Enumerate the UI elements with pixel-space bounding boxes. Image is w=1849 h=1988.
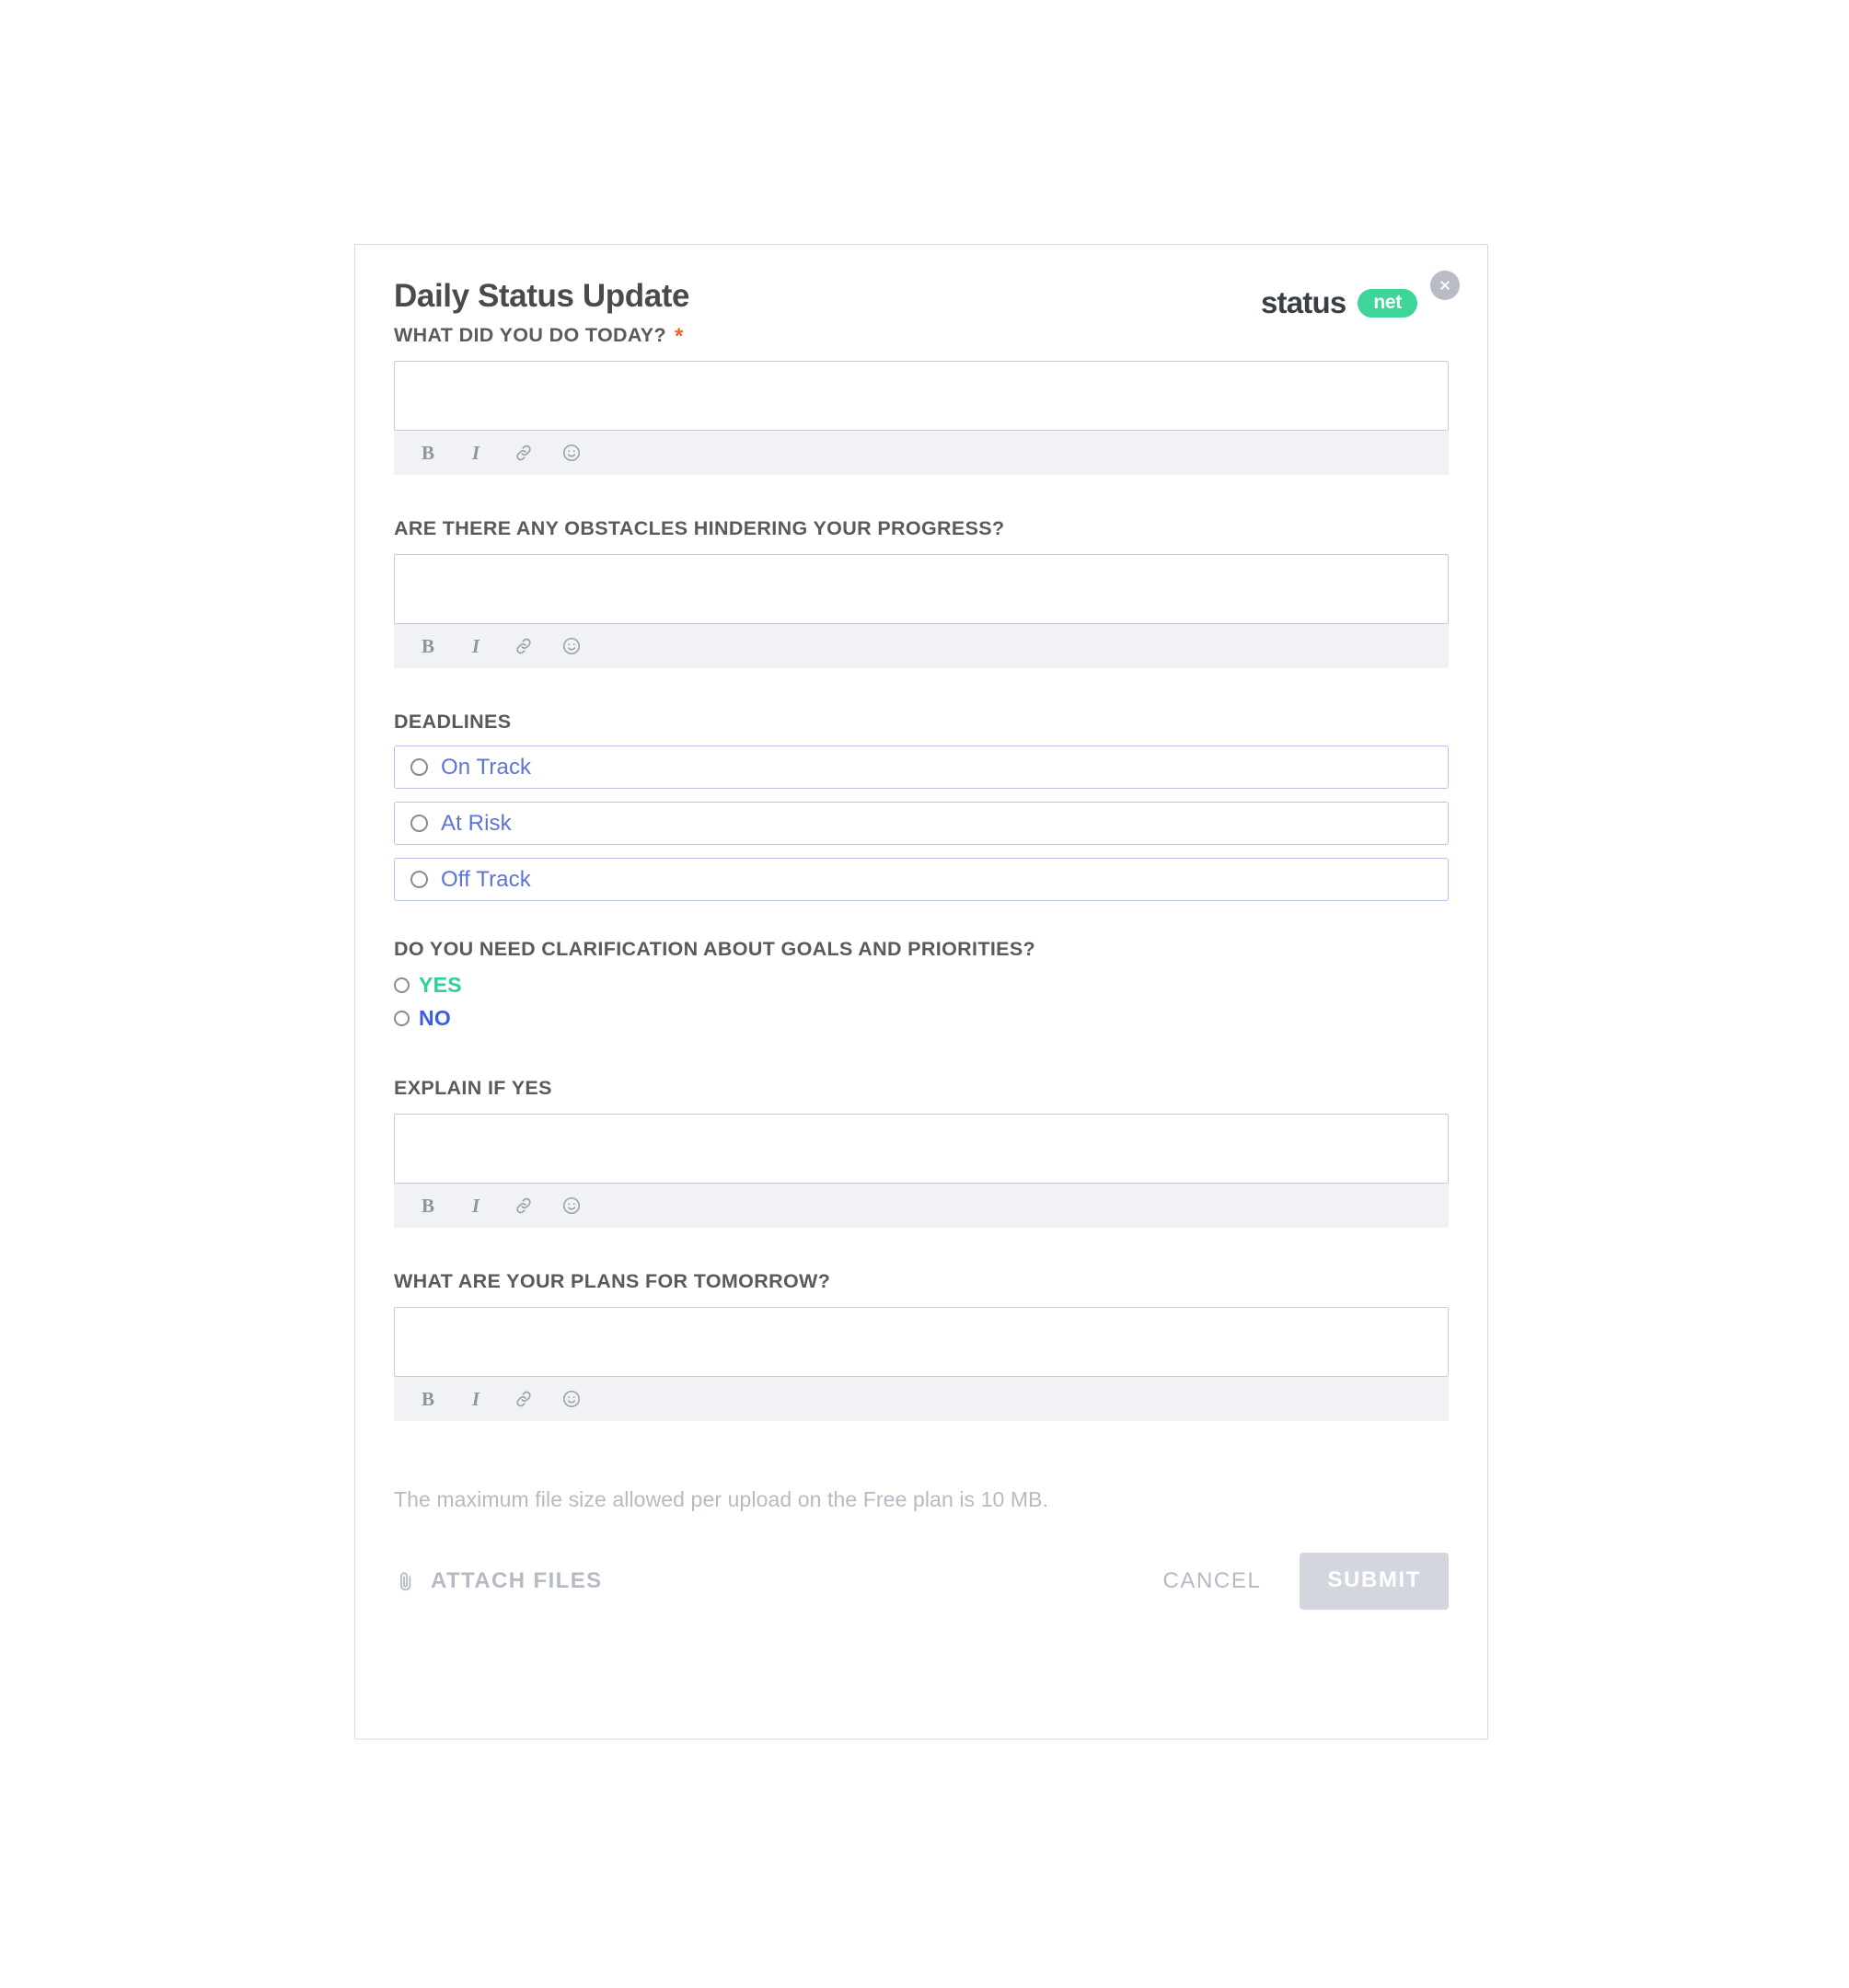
emoji-icon[interactable] xyxy=(560,1387,584,1411)
modal-header: Daily Status Update status net xyxy=(394,271,1460,329)
section-explain: EXPLAIN IF YES B I xyxy=(394,1077,1449,1228)
close-icon[interactable] xyxy=(1430,271,1460,300)
link-icon[interactable] xyxy=(512,1387,536,1411)
radio-option-at-risk[interactable]: At Risk xyxy=(394,802,1449,845)
brand-wordmark: status xyxy=(1260,285,1346,319)
link-icon[interactable] xyxy=(512,1194,536,1218)
bold-icon[interactable]: B xyxy=(416,634,440,658)
radio-option-label: At Risk xyxy=(441,810,512,836)
radio-option-label: NO xyxy=(419,1005,452,1030)
italic-icon[interactable]: I xyxy=(464,1194,488,1218)
label-explain-if-yes: EXPLAIN IF YES xyxy=(394,1077,552,1099)
radio-circle-icon xyxy=(410,758,428,776)
italic-icon[interactable]: I xyxy=(464,634,488,658)
textarea-what-did-you-do-today[interactable] xyxy=(394,361,1449,431)
editor-obstacles: B I xyxy=(394,554,1449,668)
modal-body: Daily Status Update status net WHAT DID … xyxy=(355,245,1487,1739)
section-obstacles: ARE THERE ANY OBSTACLES HINDERING YOUR P… xyxy=(394,517,1449,668)
brand-pill-net: net xyxy=(1358,288,1417,318)
section-clarification: DO YOU NEED CLARIFICATION ABOUT GOALS AN… xyxy=(394,938,1449,1034)
brand-logo: status net xyxy=(1261,285,1417,320)
emoji-icon[interactable] xyxy=(560,634,584,658)
submit-button[interactable]: SUBMIT xyxy=(1300,1553,1449,1610)
file-size-note: The maximum file size allowed per upload… xyxy=(394,1487,1049,1511)
cancel-button[interactable]: CANCEL xyxy=(1157,1568,1266,1594)
radio-circle-icon xyxy=(410,871,428,888)
bold-icon[interactable]: B xyxy=(416,441,440,465)
radio-option-label: YES xyxy=(419,972,462,997)
paperclip-icon xyxy=(394,1569,418,1593)
radio-option-label: Off Track xyxy=(441,866,531,892)
clarification-radio-group: YES NO xyxy=(394,968,1449,1034)
label-deadlines: DEADLINES xyxy=(394,711,512,733)
emoji-icon[interactable] xyxy=(560,1194,584,1218)
radio-circle-icon xyxy=(394,977,410,993)
editor-what-did-you-do-today: B I xyxy=(394,361,1449,475)
page-title: Daily Status Update xyxy=(394,278,690,314)
link-icon[interactable] xyxy=(512,634,536,658)
bold-icon[interactable]: B xyxy=(416,1387,440,1411)
editor-toolbar: B I xyxy=(394,1377,1449,1421)
radio-circle-icon xyxy=(410,815,428,832)
bold-icon[interactable]: B xyxy=(416,1194,440,1218)
editor-toolbar: B I xyxy=(394,624,1449,668)
section-tomorrow: WHAT ARE YOUR PLANS FOR TOMORROW? B I xyxy=(394,1270,1449,1421)
emoji-icon[interactable] xyxy=(560,441,584,465)
label-plans-for-tomorrow: WHAT ARE YOUR PLANS FOR TOMORROW? xyxy=(394,1270,831,1292)
deadlines-radio-group: On Track At Risk Off Track xyxy=(394,746,1449,901)
textarea-explain-if-yes[interactable] xyxy=(394,1114,1449,1184)
radio-option-off-track[interactable]: Off Track xyxy=(394,858,1449,901)
label-obstacles: ARE THERE ANY OBSTACLES HINDERING YOUR P… xyxy=(394,517,1005,539)
radio-circle-icon xyxy=(394,1010,410,1026)
footer-buttons: CANCEL SUBMIT xyxy=(1157,1553,1449,1610)
editor-explain-if-yes: B I xyxy=(394,1114,1449,1228)
page-background: Daily Status Update status net WHAT DID … xyxy=(0,0,1849,1988)
daily-status-update-modal: Daily Status Update status net WHAT DID … xyxy=(354,244,1488,1740)
link-icon[interactable] xyxy=(512,441,536,465)
editor-toolbar: B I xyxy=(394,431,1449,475)
attach-files-label: ATTACH FILES xyxy=(431,1568,603,1593)
radio-option-label: On Track xyxy=(441,754,532,780)
radio-option-yes[interactable]: YES xyxy=(394,968,1449,1001)
radio-option-on-track[interactable]: On Track xyxy=(394,746,1449,789)
modal-footer-actions: ATTACH FILES CANCEL SUBMIT xyxy=(394,1551,1449,1612)
italic-icon[interactable]: I xyxy=(464,441,488,465)
textarea-obstacles[interactable] xyxy=(394,554,1449,624)
label-clarification: DO YOU NEED CLARIFICATION ABOUT GOALS AN… xyxy=(394,938,1036,960)
attach-files-button[interactable]: ATTACH FILES xyxy=(394,1568,603,1594)
editor-toolbar: B I xyxy=(394,1184,1449,1228)
radio-option-no[interactable]: NO xyxy=(394,1001,1449,1034)
section-deadlines: DEADLINES On Track At Risk Off Track xyxy=(394,711,1449,901)
textarea-plans-for-tomorrow[interactable] xyxy=(394,1307,1449,1377)
editor-plans-for-tomorrow: B I xyxy=(394,1307,1449,1421)
italic-icon[interactable]: I xyxy=(464,1387,488,1411)
